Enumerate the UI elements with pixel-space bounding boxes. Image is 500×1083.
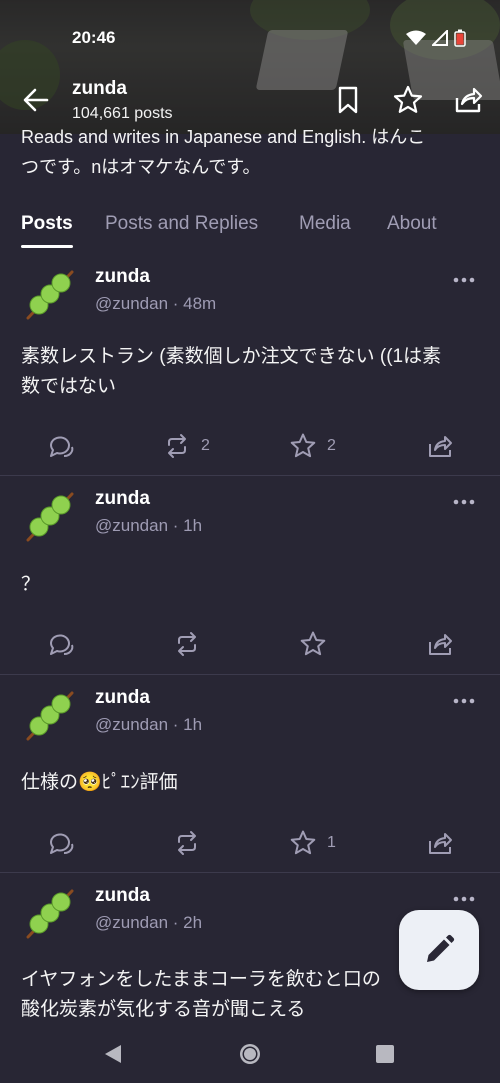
post-count: 104,661 posts	[72, 105, 173, 122]
post-text-line: 仕様の🥺ﾋﾟｴﾝ評価	[21, 772, 178, 793]
post-text-line: ？	[21, 574, 41, 595]
top-app-bar: zunda 104,661 posts	[0, 78, 500, 124]
reblog-icon	[168, 434, 186, 458]
nav-home-icon[interactable]	[238, 1042, 262, 1066]
post-meta: @zundan · 2h	[95, 913, 203, 932]
post-actions: 2 2	[0, 428, 500, 464]
compose-button[interactable]	[399, 910, 479, 990]
post-author-name[interactable]: zunda	[95, 885, 150, 907]
reply-button[interactable]	[47, 428, 75, 464]
reblog-count: 2	[201, 437, 210, 454]
post-item[interactable]: zunda @zundan · 1h 仕様の🥺ﾋﾟｴﾝ評価 1	[0, 675, 500, 873]
reply-icon	[50, 634, 74, 655]
post-author-name[interactable]: zunda	[95, 687, 150, 709]
reply-icon	[50, 833, 74, 854]
post-text-line: 数ではない	[21, 376, 117, 397]
share-icon	[429, 634, 452, 655]
post-content: 仕様の🥺ﾋﾟｴﾝ評価	[21, 768, 481, 798]
post-item[interactable]: zunda @zundan · 48m 素数レストラン (素数個しか注文できない…	[0, 254, 500, 476]
bio-line: つです。nはオマケなんです。	[21, 157, 261, 177]
page-title: zunda	[72, 78, 127, 99]
bio-line: Reads and writes in Japanese and English…	[21, 128, 426, 147]
avatar[interactable]	[22, 887, 76, 941]
share-button[interactable]	[426, 428, 454, 464]
reblog-icon	[178, 831, 196, 855]
star-icon[interactable]	[392, 84, 424, 116]
favourite-count: 2	[327, 437, 336, 454]
battery-icon	[454, 29, 466, 47]
tab-about[interactable]: About	[387, 213, 437, 235]
post-actions: 1	[0, 825, 500, 861]
star-icon	[300, 631, 326, 656]
favourite-button[interactable]: 1	[289, 825, 336, 861]
avatar[interactable]	[22, 268, 76, 322]
signal-icon	[432, 30, 448, 46]
wifi-icon	[406, 30, 426, 45]
share-icon	[429, 436, 452, 457]
reblog-button[interactable]: 2	[163, 428, 210, 464]
more-horizontal-icon[interactable]	[452, 492, 476, 512]
tab-media[interactable]: Media	[299, 213, 351, 235]
post-actions	[0, 626, 500, 662]
arrow-left-icon[interactable]	[20, 84, 52, 116]
post-author-name[interactable]: zunda	[95, 488, 150, 510]
post-meta: @zundan · 48m	[95, 294, 217, 313]
post-text-line: 素数レストラン (素数個しか注文できない ((1は素	[21, 346, 442, 367]
status-bar: 20:46	[72, 24, 466, 52]
favourite-button[interactable]	[299, 626, 327, 662]
post-meta: @zundan · 1h	[95, 516, 203, 535]
reblog-button[interactable]	[173, 626, 201, 662]
post-author-name[interactable]: zunda	[95, 266, 150, 288]
status-time: 20:46	[72, 28, 116, 47]
more-horizontal-icon[interactable]	[452, 691, 476, 711]
favourite-count: 1	[327, 834, 336, 851]
avatar[interactable]	[22, 689, 76, 743]
share-icon[interactable]	[452, 84, 484, 116]
tab-posts[interactable]: Posts	[21, 213, 73, 235]
reply-icon	[50, 436, 74, 457]
post-text-line: 酸化炭素が気化する音が聞こえる	[21, 999, 306, 1020]
tab-indicator	[21, 245, 73, 248]
favourite-button[interactable]: 2	[289, 428, 336, 464]
share-icon	[429, 833, 452, 854]
tab-posts-and-replies[interactable]: Posts and Replies	[105, 213, 258, 235]
reply-button[interactable]	[47, 825, 75, 861]
reblog-icon	[178, 632, 196, 656]
bookmark-icon[interactable]	[332, 84, 364, 116]
profile-tabs: Posts Posts and Replies Media About	[0, 205, 500, 251]
system-nav-bar	[0, 1030, 500, 1083]
star-icon	[290, 830, 316, 855]
post-meta: @zundan · 1h	[95, 715, 203, 734]
more-horizontal-icon[interactable]	[452, 270, 476, 290]
nav-back-icon[interactable]	[103, 1043, 123, 1065]
more-horizontal-icon[interactable]	[452, 889, 476, 909]
share-button[interactable]	[426, 626, 454, 662]
pencil-icon	[427, 934, 455, 962]
post-content: ？	[21, 570, 481, 600]
post-content: 素数レストラン (素数個しか注文できない ((1は素 数ではない	[21, 342, 481, 402]
nav-recents-icon[interactable]	[375, 1044, 395, 1064]
reply-button[interactable]	[47, 626, 75, 662]
reblog-button[interactable]	[173, 825, 201, 861]
profile-bio: Reads and writes in Japanese and English…	[21, 128, 481, 184]
post-item[interactable]: zunda @zundan · 1h ？	[0, 476, 500, 675]
share-button[interactable]	[426, 825, 454, 861]
star-icon	[290, 433, 316, 458]
avatar[interactable]	[22, 490, 76, 544]
